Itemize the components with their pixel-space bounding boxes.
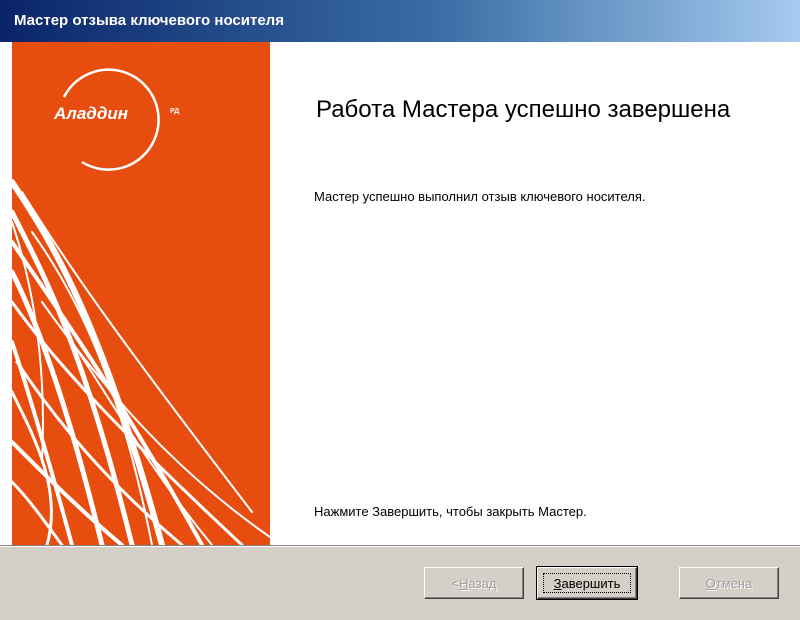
button-bar: < Назад Завершить Отмена — [0, 545, 800, 620]
banner-artwork — [12, 68, 270, 545]
back-button-prefix: < — [451, 575, 460, 591]
cancel-button-label: тмена — [715, 575, 753, 591]
cancel-button[interactable]: Отмена — [679, 567, 779, 599]
wizard-banner: Аладдин РД — [12, 42, 270, 545]
aladdin-logo-superscript: РД — [170, 108, 180, 115]
wizard-window: Мастер отзыва ключевого носителя Аладдин… — [0, 0, 800, 620]
page-description: Мастер успешно выполнил отзыв ключевого … — [314, 189, 646, 204]
title-bar[interactable]: Мастер отзыва ключевого носителя — [0, 0, 800, 42]
aladdin-logo: Аладдин — [54, 104, 128, 123]
finish-hint: Нажмите Завершить, чтобы закрыть Мастер. — [314, 504, 587, 519]
back-button-mnemonic: Н — [459, 575, 469, 591]
cancel-button-mnemonic: О — [705, 575, 716, 591]
back-button-label: азад — [468, 575, 497, 591]
finish-button-label: авершить — [561, 575, 621, 591]
window-title: Мастер отзыва ключевого носителя — [14, 12, 284, 29]
page-heading: Работа Мастера успешно завершена — [316, 96, 731, 123]
back-button[interactable]: < Назад — [424, 567, 524, 599]
swoosh-pattern — [12, 179, 270, 545]
finish-button-mnemonic: З — [553, 575, 562, 591]
wizard-content: Работа Мастера успешно завершена Мастер … — [270, 42, 800, 545]
finish-button[interactable]: Завершить — [536, 566, 638, 600]
